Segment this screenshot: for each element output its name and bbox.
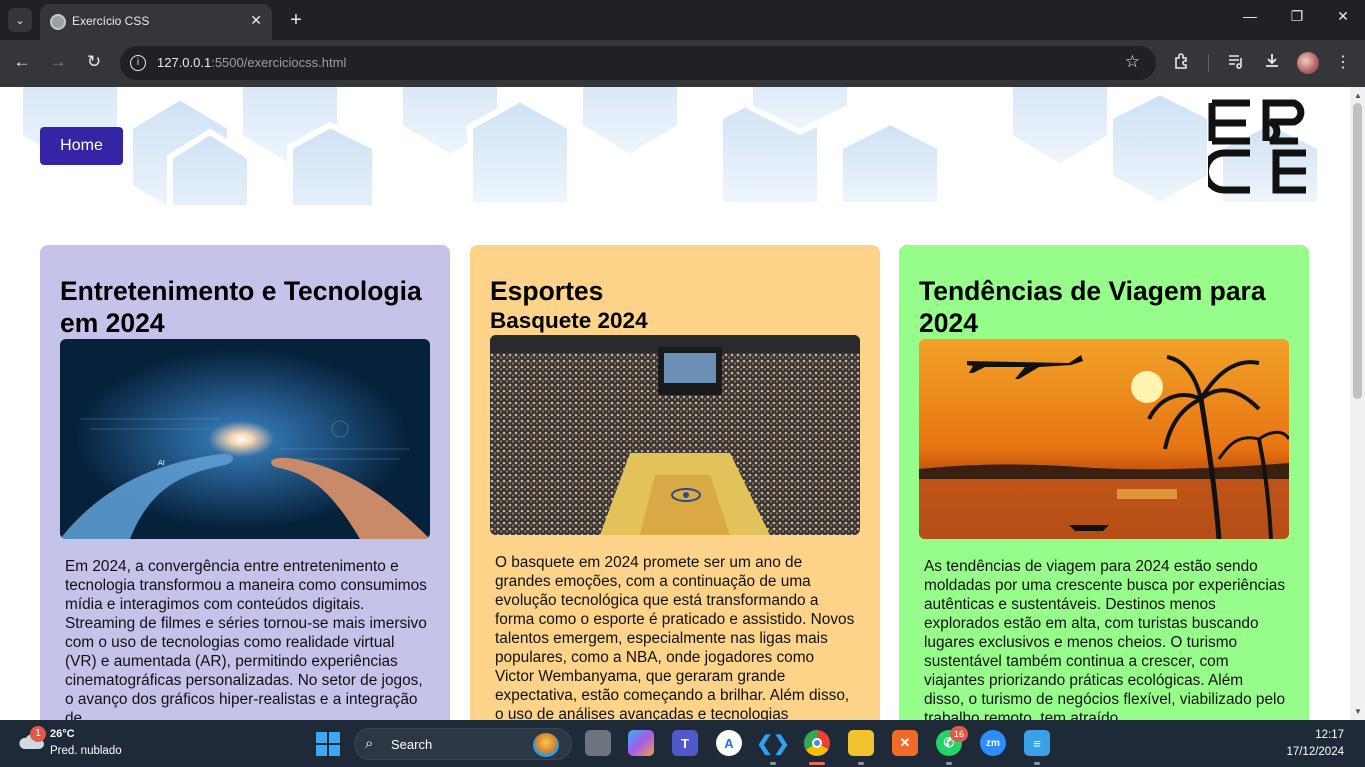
scroll-up-arrow-icon[interactable]: ▲ bbox=[1354, 91, 1362, 100]
running-indicator bbox=[858, 762, 864, 765]
xampp-icon[interactable]: ✕ bbox=[892, 730, 918, 756]
zoom-icon[interactable]: zm bbox=[980, 730, 1006, 756]
tab-search-chevron-icon[interactable]: ⌄ bbox=[8, 8, 32, 32]
card-title: Tendências de Viagem para 2024 bbox=[919, 276, 1266, 338]
app-store-a-icon[interactable]: A bbox=[716, 730, 742, 756]
windows-taskbar: 1 26°C Pred. nublado ⌕ Search T A ❮❯ ✕ ✆… bbox=[0, 720, 1365, 767]
weather-notification-badge: 1 bbox=[30, 726, 46, 742]
minimize-window-icon[interactable]: — bbox=[1227, 8, 1273, 24]
extensions-puzzle-icon[interactable] bbox=[1171, 52, 1193, 75]
notepad-icon[interactable]: ≡ bbox=[1024, 730, 1050, 756]
clock-date[interactable]: 17/12/2024 bbox=[1286, 746, 1344, 758]
tab-title: Exercício CSS bbox=[72, 14, 150, 28]
url-text[interactable]: 127.0.0.1:5500/exerciciocss.html bbox=[157, 55, 346, 70]
task-view-icon[interactable] bbox=[585, 730, 611, 756]
scroll-down-arrow-icon[interactable]: ▼ bbox=[1354, 707, 1362, 716]
vscode-icon[interactable]: ❮❯ bbox=[756, 730, 790, 756]
restore-window-icon[interactable]: ❐ bbox=[1274, 8, 1320, 25]
ebac-logo bbox=[1208, 99, 1306, 194]
search-highlight-icon bbox=[533, 733, 559, 757]
sunset-airplane-palms-image bbox=[919, 339, 1289, 539]
card-entertainment-technology: Entretenimento e Tecnologia em 2024 AI E… bbox=[40, 245, 450, 720]
site-info-icon[interactable]: i bbox=[130, 55, 146, 71]
toolbar-divider bbox=[1208, 54, 1209, 72]
card-text: Em 2024, a convergência entre entretenim… bbox=[65, 558, 427, 720]
active-app-indicator bbox=[809, 762, 825, 765]
teams-icon[interactable]: T bbox=[672, 730, 698, 756]
profile-avatar[interactable] bbox=[1297, 52, 1319, 74]
browser-toolbar: ← → ↻ i 127.0.0.1:5500/exerciciocss.html… bbox=[0, 40, 1365, 87]
browser-tab[interactable]: Exercício CSS ✕ bbox=[40, 4, 272, 40]
weather-description[interactable]: Pred. nublado bbox=[50, 745, 122, 757]
close-window-icon[interactable]: ✕ bbox=[1320, 8, 1365, 25]
copilot-icon[interactable] bbox=[628, 730, 654, 756]
media-control-icon[interactable] bbox=[1225, 52, 1247, 75]
card-title: Entretenimento e Tecnologia em 2024 bbox=[60, 276, 422, 338]
ai-hand-touch-image: AI bbox=[60, 339, 430, 539]
close-tab-icon[interactable]: ✕ bbox=[250, 12, 262, 29]
address-bar[interactable]: i 127.0.0.1:5500/exerciciocss.html ☆ bbox=[120, 46, 1156, 80]
page-header: Home bbox=[0, 87, 1350, 205]
running-indicator bbox=[946, 762, 952, 765]
page-viewport: Home Entretenimento e Tecnologia em 2024 bbox=[0, 87, 1350, 720]
globe-favicon-icon bbox=[50, 14, 66, 30]
weather-temperature[interactable]: 26°C bbox=[50, 728, 75, 740]
card-sports: Esportes Basquete 2024 O basquete em 202… bbox=[470, 245, 880, 720]
whatsapp-unread-badge: 16 bbox=[950, 726, 968, 742]
bookmark-star-icon[interactable]: ☆ bbox=[1125, 52, 1140, 72]
running-indicator bbox=[770, 762, 776, 765]
search-label: Search bbox=[391, 737, 433, 752]
basketball-arena-image bbox=[490, 335, 860, 535]
running-indicator bbox=[1034, 762, 1040, 765]
menu-kebab-icon[interactable]: ⋮ bbox=[1332, 52, 1354, 72]
card-text: O basquete em 2024 promete ser um ano de… bbox=[495, 554, 855, 720]
chrome-icon[interactable] bbox=[804, 730, 830, 756]
search-icon: ⌕ bbox=[365, 735, 374, 752]
forward-arrow-icon[interactable]: → bbox=[46, 52, 70, 72]
new-tab-plus-icon[interactable]: + bbox=[284, 8, 308, 32]
download-icon[interactable] bbox=[1261, 52, 1283, 75]
clock-time[interactable]: 12:17 bbox=[1315, 729, 1344, 741]
file-explorer-icon[interactable] bbox=[848, 730, 874, 756]
home-button[interactable]: Home bbox=[40, 127, 123, 165]
taskbar-search-box[interactable]: ⌕ Search bbox=[354, 728, 572, 760]
browser-tab-strip: ⌄ Exercício CSS ✕ + — ❐ ✕ bbox=[0, 0, 1365, 40]
card-subtitle: Basquete 2024 bbox=[490, 308, 648, 333]
card-text: As tendências de viagem para 2024 estão … bbox=[924, 558, 1286, 720]
back-arrow-icon[interactable]: ← bbox=[10, 52, 34, 72]
windows-start-icon[interactable] bbox=[316, 732, 340, 756]
hexagon-background-image bbox=[0, 87, 1350, 205]
reload-icon[interactable]: ↻ bbox=[82, 52, 106, 72]
card-title: Esportes bbox=[490, 276, 604, 306]
scroll-thumb[interactable] bbox=[1353, 103, 1362, 399]
page-scrollbar[interactable]: ▲ ▼ bbox=[1350, 87, 1365, 720]
card-travel-trends: Tendências de Viagem para 2024 As tendên… bbox=[899, 245, 1309, 720]
svg-text:AI: AI bbox=[158, 459, 165, 467]
